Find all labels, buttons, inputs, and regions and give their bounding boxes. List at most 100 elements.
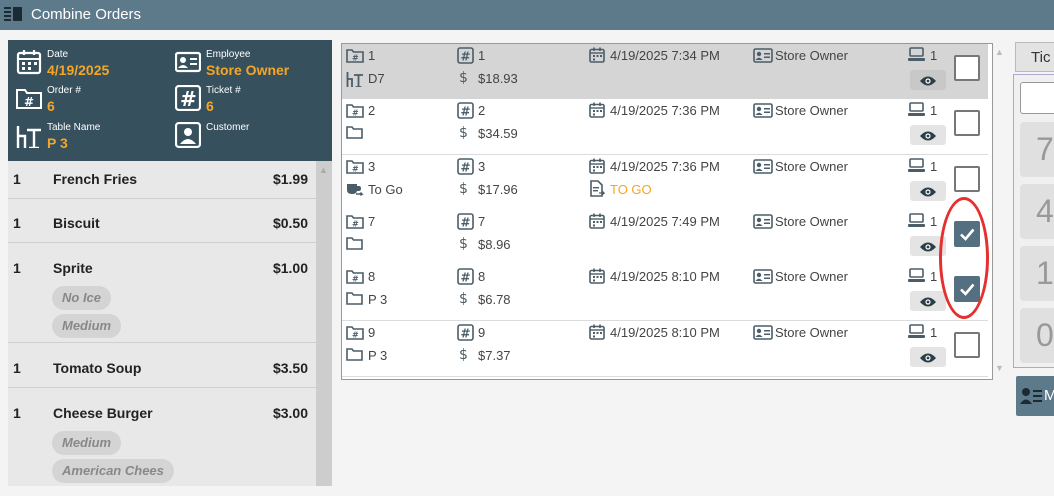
order-select-checkbox[interactable] (954, 276, 980, 302)
dollar-icon: $ (458, 235, 470, 256)
keypad-button-1[interactable]: 1 (1020, 246, 1054, 301)
order-number: 2 (368, 103, 376, 118)
orders-grid[interactable]: #1 #1 4/19/2025 7:34 PM Store Owner 1 D7 $ $18.… (341, 43, 993, 380)
order-employee: Store Owner (775, 214, 848, 229)
svg-text:#: # (461, 327, 471, 341)
order-total: $17.96 (478, 182, 518, 197)
merge-button[interactable]: M (1016, 376, 1054, 416)
tab-ticket[interactable]: Tic (1015, 42, 1054, 72)
dollar-icon: $ (458, 69, 470, 90)
employee-label: Employee (206, 49, 251, 60)
hash-icon: # (457, 47, 474, 69)
view-order-button[interactable] (910, 125, 946, 145)
svg-text:$: $ (459, 236, 468, 251)
order-select-checkbox[interactable] (954, 332, 980, 358)
svg-text:#: # (352, 54, 359, 63)
scroll-up-arrow-icon[interactable]: ▲ (995, 47, 1004, 57)
folder-hash-icon: # (346, 159, 364, 179)
keypad-button-7[interactable]: 7 (1020, 122, 1054, 177)
keypad-button-0[interactable]: 0 (1020, 308, 1054, 363)
modifier-chip: Medium (52, 314, 122, 338)
order-table: To Go (368, 182, 403, 197)
calendar-icon (589, 158, 605, 179)
svg-text:#: # (352, 331, 359, 340)
employee-value: Store Owner (206, 62, 290, 78)
order-employee: Store Owner (775, 325, 848, 340)
dollar-icon: $ (458, 124, 470, 145)
order-row[interactable]: #8 #8 4/19/2025 8:10 PM Store Owner 1 P 3 $ $6.… (342, 265, 988, 321)
svg-text:$: $ (459, 70, 468, 85)
order-number: 3 (368, 159, 376, 174)
terminal-icon (908, 268, 925, 288)
table-value: P 3 (47, 135, 68, 151)
order-datetime: 4/19/2025 7:49 PM (610, 214, 720, 229)
order-label: Order # (47, 85, 81, 96)
order-row[interactable]: #2 #2 4/19/2025 7:36 PM Store Owner 1 $ $34.59 (342, 99, 988, 155)
ticket-number: 3 (478, 159, 486, 174)
folder-hash-icon: # (346, 214, 364, 234)
svg-text:#: # (24, 95, 34, 109)
order-number: 7 (368, 214, 376, 229)
terminal-number: 1 (930, 103, 938, 118)
ticket-number: 1 (478, 48, 486, 63)
list-item[interactable]: 1 Sprite $1.00 No Ice Medium (8, 243, 316, 343)
keypad-button-4[interactable]: 4 (1020, 184, 1054, 239)
employee-card-icon (753, 103, 773, 123)
eye-icon (919, 185, 937, 203)
modifier-chip: Medium (52, 431, 122, 455)
customer-icon (175, 122, 201, 148)
view-order-button[interactable] (910, 70, 946, 90)
item-name: Tomato Soup (53, 360, 142, 376)
order-select-checkbox[interactable] (954, 55, 980, 81)
item-price: $1.99 (272, 171, 308, 187)
date-value: 4/19/2025 (47, 62, 110, 78)
terminal-icon (908, 102, 925, 122)
svg-text:#: # (352, 165, 359, 174)
view-order-button[interactable] (910, 181, 946, 201)
order-row[interactable]: #1 #1 4/19/2025 7:34 PM Store Owner 1 D7 $ $18.… (342, 44, 988, 100)
dollar-icon: $ (458, 180, 470, 201)
order-select-checkbox[interactable] (954, 221, 980, 247)
ticket-items-list[interactable]: 1 French Fries $1.99 1 Biscuit $0.50 1 S… (8, 161, 316, 486)
order-value: 6 (47, 98, 55, 114)
terminal-icon (908, 213, 925, 233)
view-order-button[interactable] (910, 347, 946, 367)
items-scrollbar[interactable]: ▲ (316, 161, 332, 486)
terminal-icon (908, 158, 925, 178)
terminal-number: 1 (930, 325, 938, 340)
employee-card-icon (753, 214, 773, 234)
order-row[interactable]: #9 #9 4/19/2025 8:10 PM Store Owner 1 P 3 $ $7.… (342, 321, 988, 377)
order-employee: Store Owner (775, 159, 848, 174)
order-employee: Store Owner (775, 269, 848, 284)
order-number: 8 (368, 269, 376, 284)
order-select-checkbox[interactable] (954, 166, 980, 192)
view-order-button[interactable] (910, 291, 946, 311)
list-item[interactable]: 1 Tomato Soup $3.50 (8, 343, 316, 388)
list-item[interactable]: 1 Cheese Burger $3.00 Medium American Ch… (8, 388, 316, 486)
employee-card-icon (753, 269, 773, 289)
order-row[interactable]: #7 #7 4/19/2025 7:49 PM Store Owner 1 $ $8.96 (342, 210, 988, 266)
employee-card-icon (753, 325, 773, 345)
ticket-number: 7 (478, 214, 486, 229)
order-table: D7 (368, 71, 385, 86)
list-item[interactable]: 1 Biscuit $0.50 (8, 199, 316, 243)
list-item[interactable]: 1 French Fries $1.99 (8, 161, 316, 199)
calendar-icon (589, 47, 605, 68)
svg-text:#: # (461, 216, 471, 230)
table-icon (16, 126, 41, 148)
order-select-checkbox[interactable] (954, 110, 980, 136)
order-number: 9 (368, 325, 376, 340)
calendar-icon (16, 50, 42, 75)
svg-text:$: $ (459, 181, 468, 196)
view-order-button[interactable] (910, 236, 946, 256)
scroll-up-arrow-icon[interactable]: ▲ (319, 165, 328, 175)
order-total: $8.96 (478, 237, 511, 252)
scroll-down-arrow-icon[interactable]: ▼ (995, 363, 1004, 373)
terminal-icon (908, 47, 925, 67)
order-row[interactable]: #3 #3 4/19/2025 7:36 PM Store Owner 1 To Go $ $… (342, 155, 988, 211)
hash-icon: # (457, 324, 474, 346)
keypad-input[interactable] (1020, 82, 1054, 114)
date-label: Date (47, 49, 69, 60)
dollar-icon: $ (458, 290, 470, 311)
grid-scrollbar[interactable]: ▲ ▼ (992, 43, 1006, 378)
